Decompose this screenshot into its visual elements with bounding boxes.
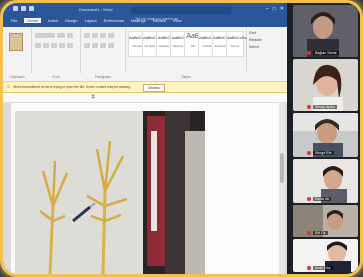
inserted-photo[interactable] xyxy=(15,111,205,274)
font-label: Font xyxy=(52,75,60,79)
ribbon: Clipboard Font Paragraph AaBbCcDc Normal… xyxy=(3,27,287,82)
paragraph-row-1 xyxy=(84,33,114,38)
vertical-scrollbar[interactable] xyxy=(279,103,285,274)
font-group: Font xyxy=(32,27,81,79)
save-icon[interactable] xyxy=(13,6,18,11)
message-bar: ⚠ Word encountered an error trying to op… xyxy=(3,82,287,93)
bullets-icon[interactable] xyxy=(84,33,90,38)
align-left-icon[interactable] xyxy=(84,43,90,48)
participant-name: Deniz Ak xyxy=(313,197,332,201)
tab-file[interactable]: File xyxy=(11,18,17,23)
style-sample: AaBbCcDc xyxy=(227,35,247,40)
window-title: Document1 - Word xyxy=(79,7,113,12)
select-button[interactable]: Select xyxy=(249,45,262,49)
participant-video xyxy=(293,5,358,57)
quick-access-toolbar xyxy=(13,6,34,11)
styles-group: AaBbCcDc Normal AaBbCcDc No Spac... AaBbCc… xyxy=(126,27,247,79)
paragraph-label: Paragraph xyxy=(94,75,112,79)
tab-home[interactable]: Home xyxy=(24,18,42,23)
maximize-icon[interactable]: □ xyxy=(273,6,276,12)
font-name-select[interactable] xyxy=(35,33,55,38)
screen-frame: Document1 - Word Tell me what you want t… xyxy=(3,3,360,274)
close-icon[interactable]: ✕ xyxy=(280,6,284,12)
participant-name: Simay Aydın xyxy=(313,105,337,109)
indent-icon[interactable] xyxy=(100,33,106,38)
participant-name: Simge Efe xyxy=(313,151,334,155)
dismiss-button[interactable]: Dismiss xyxy=(143,83,165,92)
justify-icon[interactable] xyxy=(108,43,114,48)
tell-me-search[interactable]: Tell me what you want to do xyxy=(131,7,231,21)
indent-marker-icon[interactable]: ⧗ xyxy=(91,94,95,101)
video-tile[interactable]: Bağlan Serde xyxy=(293,5,358,57)
redo-icon[interactable] xyxy=(29,6,34,11)
paragraph-group: Paragraph xyxy=(81,27,126,79)
participant-video xyxy=(293,59,358,111)
message-text: Word encountered an error trying to open… xyxy=(13,85,131,89)
participant-name: Bağlan Serde xyxy=(313,51,339,55)
sort-icon[interactable] xyxy=(108,33,114,38)
participant-name: Elif Öz xyxy=(313,231,328,235)
video-tile[interactable]: Elif Öz xyxy=(293,205,358,237)
ribbon-tabs: File Home Insert Design Layout Reference… xyxy=(11,18,181,23)
paste-icon[interactable] xyxy=(9,33,23,51)
word-window: Document1 - Word Tell me what you want t… xyxy=(3,3,287,274)
warning-icon: ⚠ xyxy=(6,84,11,90)
undo-icon[interactable] xyxy=(21,6,26,11)
clipboard-label: Clipboard xyxy=(9,75,25,79)
style-strong[interactable]: AaBbCcDc Strong xyxy=(226,31,247,57)
numbering-icon[interactable] xyxy=(92,33,98,38)
mic-muted-icon xyxy=(307,197,311,201)
mic-muted-icon xyxy=(307,231,311,235)
find-button[interactable]: Find xyxy=(249,31,262,35)
minimize-icon[interactable]: – xyxy=(266,6,269,12)
mic-muted-icon xyxy=(307,105,311,109)
align-right-icon[interactable] xyxy=(100,43,106,48)
paragraph-row-2 xyxy=(84,43,114,48)
participant-name: Arda Kılıç xyxy=(313,266,333,270)
video-tile[interactable]: Simge Efe xyxy=(293,113,358,157)
tab-references[interactable]: References xyxy=(104,18,124,23)
document-area xyxy=(3,103,287,274)
tab-design[interactable]: Design xyxy=(65,18,77,23)
video-tile[interactable]: Simay Aydın xyxy=(293,59,358,111)
align-center-icon[interactable] xyxy=(92,43,98,48)
tab-insert[interactable]: Insert xyxy=(48,18,58,23)
document-page[interactable] xyxy=(11,103,279,274)
tab-mailings[interactable]: Mailings xyxy=(131,18,146,23)
tab-view[interactable]: View xyxy=(173,18,182,23)
font-size-select[interactable] xyxy=(57,33,65,38)
window-controls: – □ ✕ xyxy=(266,6,284,12)
font-row-1 xyxy=(35,33,73,38)
tab-review[interactable]: Review xyxy=(153,18,166,23)
mic-muted-icon xyxy=(307,51,311,55)
highlight-icon[interactable] xyxy=(59,43,65,48)
underline-icon[interactable] xyxy=(51,43,57,48)
photo-image xyxy=(15,111,205,274)
mic-muted-icon xyxy=(307,266,311,270)
video-tile[interactable]: Deniz Ak xyxy=(293,159,358,203)
tab-layout[interactable]: Layout xyxy=(85,18,97,23)
participant-video-strip: Bağlan Serde Simay Aydın Simge Efe Deniz… xyxy=(291,3,360,274)
replace-button[interactable]: Replace xyxy=(249,38,262,42)
editing-group: Find Replace Select xyxy=(249,31,262,52)
styles-label: Styles xyxy=(181,75,191,79)
grow-font-icon[interactable] xyxy=(67,33,73,38)
video-tile[interactable]: Arda Kılıç xyxy=(293,239,358,272)
scrollbar-thumb[interactable] xyxy=(280,153,284,183)
style-name: Strong xyxy=(230,44,240,48)
clipboard-group: Clipboard xyxy=(3,27,32,79)
font-row-2 xyxy=(35,43,73,48)
italic-icon[interactable] xyxy=(43,43,49,48)
mic-muted-icon xyxy=(307,151,311,155)
bold-icon[interactable] xyxy=(35,43,41,48)
title-bar: Document1 - Word Tell me what you want t… xyxy=(3,3,287,27)
font-color-icon[interactable] xyxy=(67,43,73,48)
ruler: ⧗ xyxy=(3,93,287,103)
